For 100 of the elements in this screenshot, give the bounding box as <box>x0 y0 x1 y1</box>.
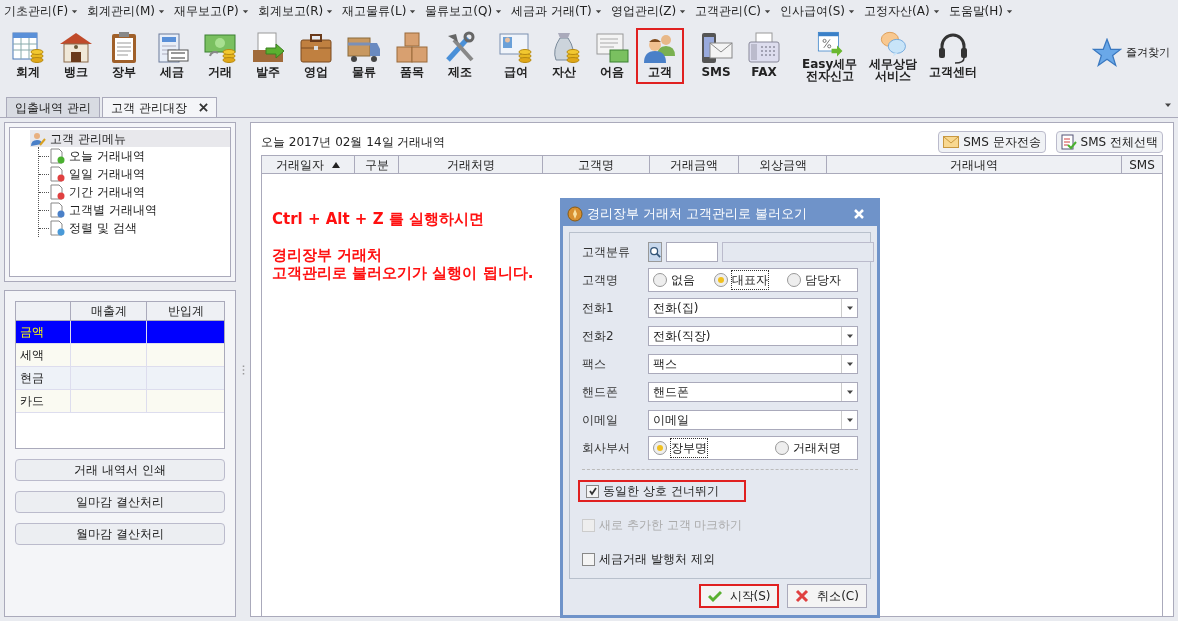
dialog-title: 경리장부 거래처 고객관리로 불러오기 <box>587 204 809 223</box>
column-header[interactable]: 구분 <box>355 156 399 173</box>
sms-button[interactable]: SMS 전체선택 <box>1055 131 1163 153</box>
document-icon <box>49 220 65 236</box>
document-icon <box>49 184 65 200</box>
column-header[interactable]: 외상금액 <box>739 156 827 173</box>
tab[interactable]: 입출내역 관리 <box>6 97 100 117</box>
toolbar-button[interactable]: 세무상담 서비스 <box>863 28 924 84</box>
menu-item[interactable]: 고정자산(A) <box>864 2 940 20</box>
sms-button[interactable]: SMS 문자전송 <box>938 131 1046 153</box>
radio-option[interactable]: 거래처명 <box>775 439 841 457</box>
checkbox[interactable] <box>586 484 599 498</box>
id-card-coins-icon <box>498 30 534 66</box>
select-field[interactable]: 이메일 <box>648 410 858 430</box>
caret-down-icon <box>679 7 687 15</box>
column-header[interactable]: 고객명 <box>543 156 650 173</box>
toolbar-button[interactable]: FAX <box>740 28 788 84</box>
toolbar-button[interactable]: 거래 <box>196 28 244 84</box>
menu-item[interactable]: 도움말(H) <box>948 2 1013 20</box>
checkbox[interactable] <box>582 552 595 566</box>
radio-option[interactable]: 대표자 <box>714 271 768 289</box>
code-field[interactable] <box>666 242 718 262</box>
table-row[interactable]: 현금 <box>16 367 224 390</box>
column-header[interactable]: 거래처명 <box>399 156 543 173</box>
menu-item[interactable]: 회계보고(R) <box>257 2 334 20</box>
tree-item[interactable]: 오늘 거래내역 <box>49 147 145 165</box>
menu-item[interactable]: 세금과 거래(T) <box>511 2 602 20</box>
radio-option[interactable]: 없음 <box>653 271 695 289</box>
column-header[interactable]: 거래내역 <box>827 156 1122 173</box>
radio-option[interactable]: 담당자 <box>787 271 841 289</box>
search-button[interactable] <box>648 242 662 262</box>
table-row[interactable]: 세액 <box>16 344 224 367</box>
action-button[interactable]: 거래 내역서 인쇄 <box>15 459 225 481</box>
caret-down-icon <box>241 7 249 15</box>
caret-down-icon <box>158 7 165 15</box>
splitter-grip-icon[interactable] <box>241 363 245 376</box>
close-icon[interactable] <box>198 103 208 112</box>
toolbar-button[interactable]: 어음 <box>588 28 636 84</box>
menu-item[interactable]: 영업관리(Z) <box>610 2 687 20</box>
caret-down-icon <box>495 7 503 15</box>
menu-item[interactable]: 인사급여(S) <box>780 2 855 20</box>
field-label: 핸드폰 <box>582 384 619 401</box>
table-row[interactable]: 카드 <box>16 390 224 413</box>
toolbar-button[interactable]: 영업 <box>292 28 340 84</box>
toolbar-button[interactable]: 회계 <box>4 28 52 84</box>
select-field[interactable]: 전화(직장) <box>648 326 858 346</box>
toolbar-button[interactable]: 뱅크 <box>52 28 100 84</box>
toolbar-button[interactable]: Easy세무 전자신고 <box>796 28 864 84</box>
tree-item[interactable]: 고객별 거래내역 <box>49 201 157 219</box>
favorites-button[interactable]: 즐겨찾기 <box>1092 38 1170 68</box>
action-button[interactable]: 월마감 결산처리 <box>15 523 225 545</box>
toolbar-button[interactable]: 장부 <box>100 28 148 84</box>
caret-down-icon <box>848 7 855 15</box>
column-header[interactable]: SMS <box>1122 156 1162 173</box>
toolbar-button[interactable]: 발주 <box>244 28 292 84</box>
caret-down-icon <box>845 388 854 396</box>
tree-item[interactable]: 고객 관리메뉴 <box>30 130 230 147</box>
select-field[interactable]: 핸드폰 <box>648 382 858 402</box>
caret-down-icon <box>1006 7 1013 15</box>
menu-item[interactable]: 재무보고(P) <box>174 2 249 20</box>
name-field[interactable] <box>722 242 874 262</box>
toolbar-button[interactable]: 품목 <box>388 28 436 84</box>
caret-down-icon <box>845 416 854 424</box>
tab[interactable]: 고객 관리대장 <box>101 97 217 117</box>
action-button[interactable]: 일마감 결산처리 <box>15 491 225 513</box>
option-label: 없음 <box>671 272 695 289</box>
cancel-button[interactable]: 취소(C) <box>787 584 867 608</box>
column-header: 매출계 <box>70 302 148 320</box>
bank-house-icon <box>58 30 94 66</box>
toolbar-button[interactable]: 제조 <box>436 28 484 84</box>
toolbar-button[interactable]: 물류 <box>340 28 388 84</box>
toolbar-button[interactable]: 세금 <box>148 28 196 84</box>
tree-item[interactable]: 일일 거래내역 <box>49 165 145 183</box>
field-label: 고객분류 <box>582 244 631 261</box>
column-header[interactable]: 거래금액 <box>650 156 739 173</box>
toolbar-button[interactable]: 고객센터 <box>923 28 984 84</box>
toolbar-button[interactable]: 자산 <box>540 28 588 84</box>
select-field[interactable]: 전화(집) <box>648 298 858 318</box>
table-row[interactable]: 금액 <box>16 321 224 344</box>
radio-option[interactable]: 장부명 <box>653 439 707 457</box>
notice-text: 경리장부 거래처 <box>272 246 383 264</box>
document-icon <box>49 148 65 164</box>
toolbar-button[interactable]: 고객 <box>636 28 684 84</box>
menu-item[interactable]: 고객관리(C) <box>695 2 772 20</box>
caret-down-icon <box>845 304 854 312</box>
menu-item[interactable]: 물류보고(Q) <box>425 2 503 20</box>
select-field[interactable]: 팩스 <box>648 354 858 374</box>
caret-down-icon <box>932 7 940 15</box>
column-header[interactable]: 거래일자 <box>262 156 355 173</box>
tree-item[interactable]: 정렬 및 검색 <box>49 219 137 237</box>
menu-item[interactable]: 재고물류(L) <box>342 2 417 20</box>
toolbar-button[interactable]: SMS <box>692 28 740 84</box>
tree-item[interactable]: 기간 거래내역 <box>49 183 145 201</box>
start-button[interactable]: 시작(S) <box>699 584 779 608</box>
bill-icon <box>594 30 630 66</box>
menu-item[interactable]: 기초관리(F) <box>4 2 79 20</box>
menu-item[interactable]: 회계관리(M) <box>87 2 165 20</box>
toolbar-button[interactable]: 급여 <box>492 28 540 84</box>
fax-machine-icon <box>746 30 782 66</box>
spreadsheet-coins-icon <box>10 30 46 66</box>
